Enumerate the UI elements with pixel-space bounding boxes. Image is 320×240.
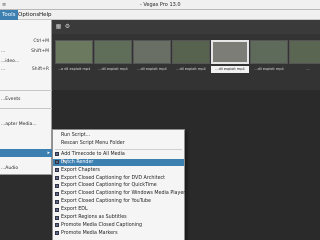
script-icon	[55, 168, 59, 173]
scripting-menu-item[interactable]: Export Chapters	[53, 167, 184, 175]
menu-row[interactable]: ...Audio	[0, 165, 52, 173]
shortcut-label: Shift+M	[31, 49, 49, 54]
menu-row-label: ...ideo...	[1, 59, 20, 64]
media-thumbnail-label: ...dll exploit mp4	[211, 66, 249, 73]
script-icon	[55, 160, 59, 165]
scripting-menu-item-label: Promote Media Closed Captioning	[61, 222, 143, 228]
scripting-menu-item-label: Export Closed Captioning for DVD Archite…	[61, 175, 166, 181]
media-thumbnail[interactable]	[211, 40, 249, 64]
scripting-menu-item[interactable]: Promote Media Markers	[53, 230, 184, 238]
script-icon	[55, 207, 59, 212]
menu-tools[interactable]: Tools	[0, 10, 18, 20]
scripting-menu-item[interactable]: Export Regions as Subtitles	[53, 214, 184, 222]
media-thumbnail-label: ...dll exploit mp4	[176, 67, 206, 71]
media-thumbnail[interactable]	[172, 40, 210, 64]
script-icon	[55, 223, 59, 228]
menu-row-label: ...Audio	[1, 166, 19, 171]
view-icon[interactable]: ▦	[55, 23, 62, 30]
scripting-menu-item[interactable]: Export Closed Captioning for DVD Archite…	[53, 175, 184, 183]
media-thumbnail[interactable]	[133, 40, 171, 64]
menu-row[interactable]: ... Shift+M	[0, 48, 52, 56]
script-icon	[55, 215, 59, 220]
media-thumbnail[interactable]	[289, 40, 320, 64]
script-icon	[55, 191, 59, 196]
mouse-cursor-icon: ↖	[62, 158, 68, 166]
scripting-submenu: Run Script... Rescan Script Menu Folder Ad…	[52, 129, 185, 240]
scripting-menu-item[interactable]: Export Closed Captioning for Windows Med…	[53, 190, 186, 198]
scripting-menu-item-label: Run Script...	[61, 133, 91, 138]
media-thumbnail-label: ...dll exploit mp4	[98, 67, 128, 71]
media-thumbnail-label: ...	[306, 67, 310, 71]
scripting-menu-item[interactable]: Promote Media Closed Captioning	[53, 222, 184, 230]
menu-separator	[0, 90, 52, 91]
scripting-menu-item[interactable]: Export Closed Captioning for YouTube	[53, 198, 184, 206]
media-thumbnail[interactable]	[55, 40, 93, 64]
menu-bar: Tools Options Help	[0, 10, 320, 20]
media-thumbnail[interactable]	[94, 40, 132, 64]
menu-row-label: ...	[1, 49, 6, 54]
scripting-menu-item-label: Export Closed Captioning for QuickTime	[61, 183, 157, 189]
window-title: - Vegas Pro 13.0	[140, 2, 181, 8]
scripting-menu-item-label: Add Timecode to All Media	[61, 151, 125, 157]
menu-row[interactable]: Ctrl+M	[0, 38, 52, 46]
menu-separator	[0, 108, 52, 109]
script-icon	[55, 199, 59, 204]
menu-row[interactable]: ...apter Media...	[0, 121, 52, 129]
script-icon	[55, 231, 59, 236]
shortcut-label: Ctrl+M	[33, 39, 49, 44]
scripting-menu-item-label: Export EDL	[61, 207, 88, 213]
scripting-menu-item[interactable]: Rescan Script Menu Folder	[53, 140, 184, 148]
scripting-menu-item[interactable]: Export Closed Captioning for QuickTime	[53, 182, 184, 190]
menu-help[interactable]: Help	[37, 10, 54, 20]
menu-row[interactable]: Shift+R	[0, 66, 52, 74]
scripting-menu-item[interactable]: Run Script...	[53, 132, 184, 140]
script-icon	[55, 152, 59, 157]
scripting-menu-item[interactable]: Export EDL	[53, 206, 184, 214]
menu-row[interactable]: ...Events	[0, 96, 52, 104]
menu-row-label: ...apter Media...	[1, 122, 37, 127]
script-icon	[55, 176, 59, 181]
scripting-menu-item-label: Export Regions as Subtitles	[61, 215, 127, 220]
menu-separator	[55, 148, 182, 150]
script-icon	[55, 183, 59, 188]
scripting-menu-item-label: Promote Media Markers	[61, 230, 118, 236]
settings-icon[interactable]: ⚙	[64, 23, 71, 30]
media-thumbnail[interactable]	[250, 40, 288, 64]
menu-row-label: ...Events	[1, 97, 21, 102]
menu-row[interactable]: ...ideo...	[0, 58, 52, 66]
scripting-menu-item-label: Export Closed Captioning for Windows Med…	[61, 191, 186, 197]
title-bar: ≡ - Vegas Pro 13.0	[0, 0, 320, 10]
media-thumbnail-label: ...dll exploit mp4	[254, 67, 284, 71]
app-menu-icon[interactable]: ≡	[2, 0, 6, 10]
scripting-menu-item-label: Rescan Script Menu Folder	[61, 140, 125, 146]
scripting-menu-item-label: Export Closed Captioning for YouTube	[61, 199, 151, 205]
vegas-pro-window: ≡ - Vegas Pro 13.0 Tools Options Help ▦ …	[0, 0, 320, 240]
scripting-menu-item[interactable]: Add Timecode to All Media	[53, 151, 184, 159]
shortcut-label: Shift+R	[31, 67, 49, 72]
scripting-menu-item-label: Export Chapters	[61, 167, 100, 173]
media-thumbnail-label: ...dll exploit mp4	[137, 67, 167, 71]
scripting-menu-item[interactable]: Batch Render	[53, 158, 184, 167]
menu-row-scripting[interactable]: ▸	[0, 149, 52, 157]
tools-dropdown-menu: Ctrl+M ... Shift+M ...ideo... ... Shift+…	[0, 20, 52, 175]
media-thumbnail-label: ...a dll exploit mp4	[57, 67, 91, 71]
media-toolbar: ▦ ⚙	[52, 20, 320, 34]
submenu-arrow-icon: ▸	[47, 150, 50, 156]
